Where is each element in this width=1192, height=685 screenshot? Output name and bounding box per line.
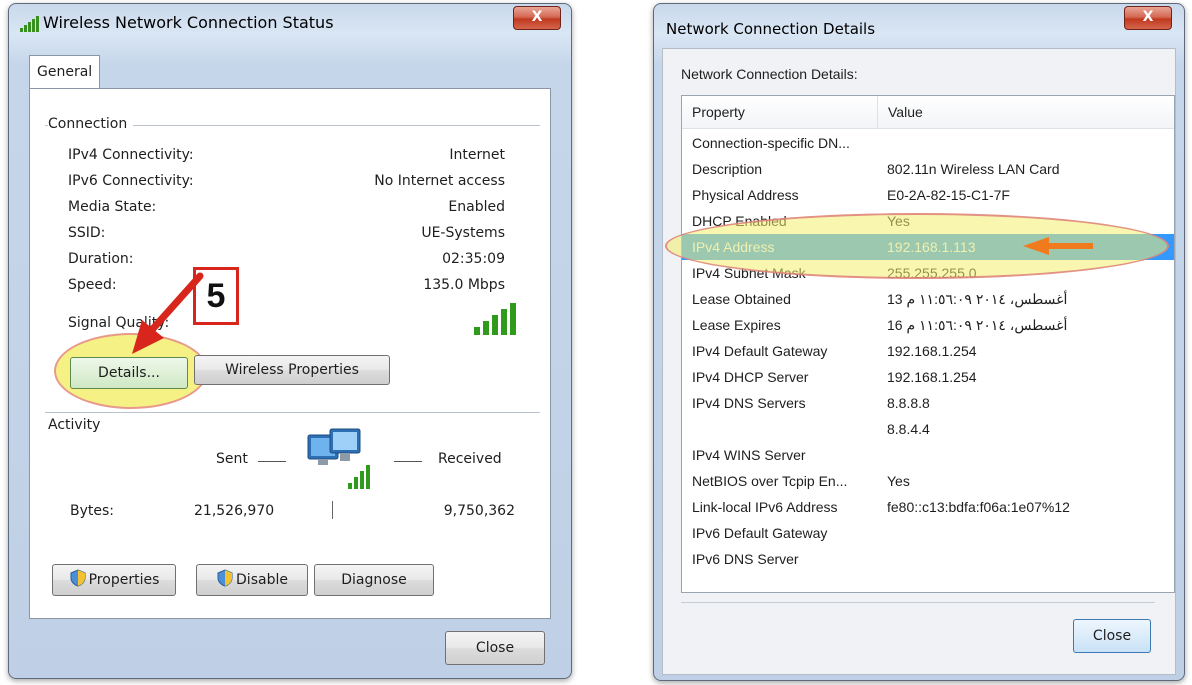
media-state-value: Enabled — [448, 199, 505, 215]
details-row[interactable]: Physical Address E0-2A-82-15-C1-7F — [682, 182, 1174, 208]
uac-shield-icon — [216, 569, 234, 591]
details-row-property: IPv4 DHCP Server — [692, 369, 809, 385]
details-row-property: Lease Expires — [692, 317, 781, 333]
details-row-property: IPv4 WINS Server — [692, 447, 806, 463]
properties-button[interactable]: Properties — [52, 564, 176, 596]
details-row-property: Physical Address — [692, 187, 799, 203]
bytes-sent-value: 21,526,970 — [194, 503, 275, 519]
duration-value: 02:35:09 — [442, 251, 505, 267]
details-close-button[interactable]: Close — [1073, 619, 1151, 653]
ipv4-connectivity-label: IPv4 Connectivity: — [68, 147, 194, 163]
details-row[interactable]: IPv4 Subnet Mask 255.255.255.0 — [682, 260, 1174, 286]
details-row-selected[interactable]: IPv4 Address 192.168.1.113 — [682, 234, 1174, 260]
details-row-value: 8.8.8.8 — [887, 395, 930, 411]
details-row-value: 13 أغسطس، ٢٠١٤ ١١:٥٦:٠٩ م — [887, 291, 1068, 307]
details-row-value: Yes — [887, 213, 910, 229]
details-panel: Network Connection Details: Property Val… — [662, 48, 1176, 675]
ipv4-connectivity-value: Internet — [449, 147, 505, 163]
details-row-value: Yes — [887, 473, 910, 489]
details-row[interactable]: IPv6 DNS Server — [682, 546, 1174, 572]
connection-heading: Connection — [48, 116, 134, 132]
bytes-received-value: 9,750,362 — [443, 503, 515, 519]
details-row-property: DHCP Enabled — [692, 213, 787, 229]
details-row-value: 192.168.1.254 — [887, 343, 977, 359]
details-row[interactable]: Description 802.11n Wireless LAN Card — [682, 156, 1174, 182]
details-window-title: Network Connection Details — [666, 20, 876, 38]
activity-heading: Activity — [48, 417, 101, 433]
details-row[interactable]: DHCP Enabled Yes — [682, 208, 1174, 234]
details-row[interactable]: NetBIOS over Tcpip En... Yes — [682, 468, 1174, 494]
details-row-value: 192.168.1.113 — [887, 239, 976, 255]
diagnose-button[interactable]: Diagnose — [314, 564, 434, 596]
details-row-property: IPv4 Default Gateway — [692, 343, 828, 359]
speed-value: 135.0 Mbps — [423, 277, 505, 293]
details-row-property: Connection-specific DN... — [692, 135, 850, 151]
disable-button-label: Disable — [236, 572, 288, 588]
speed-label: Speed: — [68, 277, 117, 293]
network-computers-icon — [306, 427, 378, 503]
red-arrow-icon — [120, 272, 210, 366]
column-header-property[interactable]: Property — [682, 96, 878, 128]
wireless-properties-button[interactable]: Wireless Properties — [194, 355, 390, 385]
details-row-value: 802.11n Wireless LAN Card — [887, 161, 1060, 177]
details-list-header: Property Value — [682, 96, 1174, 129]
orange-arrow-icon — [1023, 237, 1095, 259]
details-row-property: IPv6 Default Gateway — [692, 525, 828, 541]
details-row-property: IPv4 Subnet Mask — [692, 265, 806, 281]
details-row-value: 8.8.4.4 — [887, 421, 930, 437]
duration-label: Duration: — [68, 251, 134, 267]
details-row[interactable]: 8.8.4.4 — [682, 416, 1174, 442]
details-row[interactable]: IPv4 Default Gateway 192.168.1.254 — [682, 338, 1174, 364]
sent-line — [258, 461, 286, 462]
details-row-value: 192.168.1.254 — [887, 369, 977, 385]
tab-general[interactable]: General — [29, 55, 101, 88]
received-line — [394, 461, 422, 462]
disable-button[interactable]: Disable — [196, 564, 308, 596]
properties-button-label: Properties — [88, 572, 160, 588]
signal-quality-bars-icon — [474, 303, 516, 339]
details-row[interactable]: Lease Obtained 13 أغسطس، ٢٠١٤ ١١:٥٦:٠٩ م — [682, 286, 1174, 312]
details-row-value: E0-2A-82-15-C1-7F — [887, 187, 1010, 203]
column-header-value[interactable]: Value — [878, 96, 1174, 128]
details-row[interactable]: Lease Expires 16 أغسطس، ٢٠١٤ ١١:٥٦:٠٩ م — [682, 312, 1174, 338]
details-window: Network Connection Details X Network Con… — [653, 3, 1185, 681]
activity-divider — [45, 412, 540, 413]
bytes-separator — [332, 501, 333, 519]
details-row-value: 16 أغسطس، ٢٠١٤ ١١:٥٦:٠٩ م — [887, 317, 1068, 333]
ssid-value: UE-Systems — [421, 225, 505, 241]
ipv6-connectivity-label: IPv6 Connectivity: — [68, 173, 194, 189]
window-title: Wireless Network Connection Status — [43, 13, 334, 32]
general-panel: Connection IPv4 Connectivity: Internet I… — [29, 88, 551, 619]
media-state-label: Media State: — [68, 199, 157, 215]
details-row-property: Lease Obtained — [692, 291, 791, 307]
details-list[interactable]: Property Value Connection-specific DN...… — [681, 95, 1175, 593]
details-row-value: fe80::c13:bdfa:f06a:1e07%12 — [887, 499, 1070, 515]
wireless-status-window: Wireless Network Connection Status X Gen… — [8, 3, 572, 679]
bottom-divider — [681, 602, 1155, 603]
sent-label: Sent — [216, 451, 248, 467]
details-row-property: Description — [692, 161, 763, 177]
details-row-property: IPv6 DNS Server — [692, 551, 799, 567]
wifi-signal-icon — [20, 16, 40, 36]
bytes-label: Bytes: — [70, 503, 115, 519]
close-button[interactable]: Close — [445, 631, 545, 665]
details-row-value: 255.255.255.0 — [887, 265, 977, 281]
details-row-property: NetBIOS over Tcpip En... — [692, 473, 848, 489]
details-section-label: Network Connection Details: — [681, 66, 858, 82]
ipv6-connectivity-value: No Internet access — [374, 173, 505, 189]
details-window-close-button[interactable]: X — [1124, 6, 1172, 30]
details-row-property: IPv4 DNS Servers — [692, 395, 806, 411]
received-label: Received — [438, 451, 502, 467]
details-row-property: IPv4 Address — [692, 239, 775, 255]
ssid-label: SSID: — [68, 225, 106, 241]
details-row[interactable]: IPv4 WINS Server — [682, 442, 1174, 468]
details-row-property: Link-local IPv6 Address — [692, 499, 838, 515]
details-row[interactable]: IPv6 Default Gateway — [682, 520, 1174, 546]
window-close-button[interactable]: X — [513, 6, 561, 30]
details-row[interactable]: IPv4 DHCP Server 192.168.1.254 — [682, 364, 1174, 390]
details-row[interactable]: IPv4 DNS Servers 8.8.8.8 — [682, 390, 1174, 416]
uac-shield-icon — [69, 569, 87, 591]
details-row[interactable]: Connection-specific DN... — [682, 130, 1174, 156]
details-row[interactable]: Link-local IPv6 Address fe80::c13:bdfa:f0… — [682, 494, 1174, 520]
